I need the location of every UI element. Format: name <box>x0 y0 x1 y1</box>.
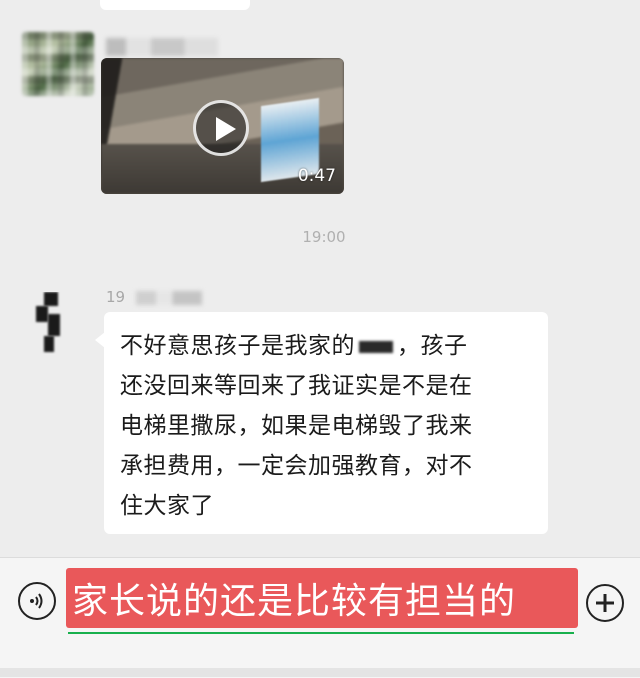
message-line: 电梯里撒尿，如果是电梯毁了我来 <box>120 413 473 439</box>
video-duration: 0:47 <box>297 166 336 186</box>
play-icon[interactable] <box>193 100 249 156</box>
sender-name-prefix: 19 <box>106 288 126 306</box>
sender-name-2: 19 <box>106 288 202 306</box>
input-focus-underline <box>68 632 574 634</box>
sender-name-blurred <box>136 291 202 305</box>
avatar-pixel <box>48 314 60 336</box>
message-line: 还没回来等回来了我证实是不是在 <box>120 373 473 399</box>
message-line: 不好意思孩子是我家的 ，孩子 <box>120 333 468 359</box>
sender-avatar-2[interactable] <box>32 292 72 354</box>
voice-icon[interactable] <box>18 582 56 620</box>
video-message[interactable]: 0:47 <box>101 58 344 194</box>
message-line-part: 不好意思孩子是我家的 <box>120 333 355 359</box>
message-line: 住大家了 <box>120 493 214 519</box>
text-message-bubble[interactable]: 不好意思孩子是我家的 ，孩子 还没回来等回来了我证实是不是在 电梯里撒尿，如果是电… <box>95 312 548 534</box>
avatar-pixel <box>44 292 58 306</box>
voice-wave-glyph <box>30 593 43 609</box>
avatar-mosaic <box>22 32 94 96</box>
chat-area: 0:47 19:00 19 不好意思孩子是我家的 ，孩子 还没回来等回来了我证实是… <box>0 0 640 557</box>
sender-avatar[interactable] <box>22 32 94 96</box>
sender-name-blurred <box>106 38 218 56</box>
avatar-pixel <box>36 306 48 322</box>
avatar-pixel <box>44 336 54 352</box>
plus-icon[interactable] <box>586 584 624 622</box>
message-line: 承担费用，一定会加强教育，对不 <box>120 453 473 479</box>
message-line-part: 孩子 <box>420 333 468 359</box>
message-text: 不好意思孩子是我家的 ，孩子 还没回来等回来了我证实是不是在 电梯里撒尿，如果是电… <box>120 326 534 526</box>
previous-message-bubble[interactable] <box>100 0 250 10</box>
message-timestamp: 19:00 <box>302 228 346 246</box>
caption-text: 家长说的还是比较有担当的 <box>72 581 517 622</box>
bottom-strip <box>0 668 640 677</box>
caption-overlay: 家长说的还是比较有担当的 <box>66 568 578 628</box>
redaction-mark <box>359 340 393 353</box>
